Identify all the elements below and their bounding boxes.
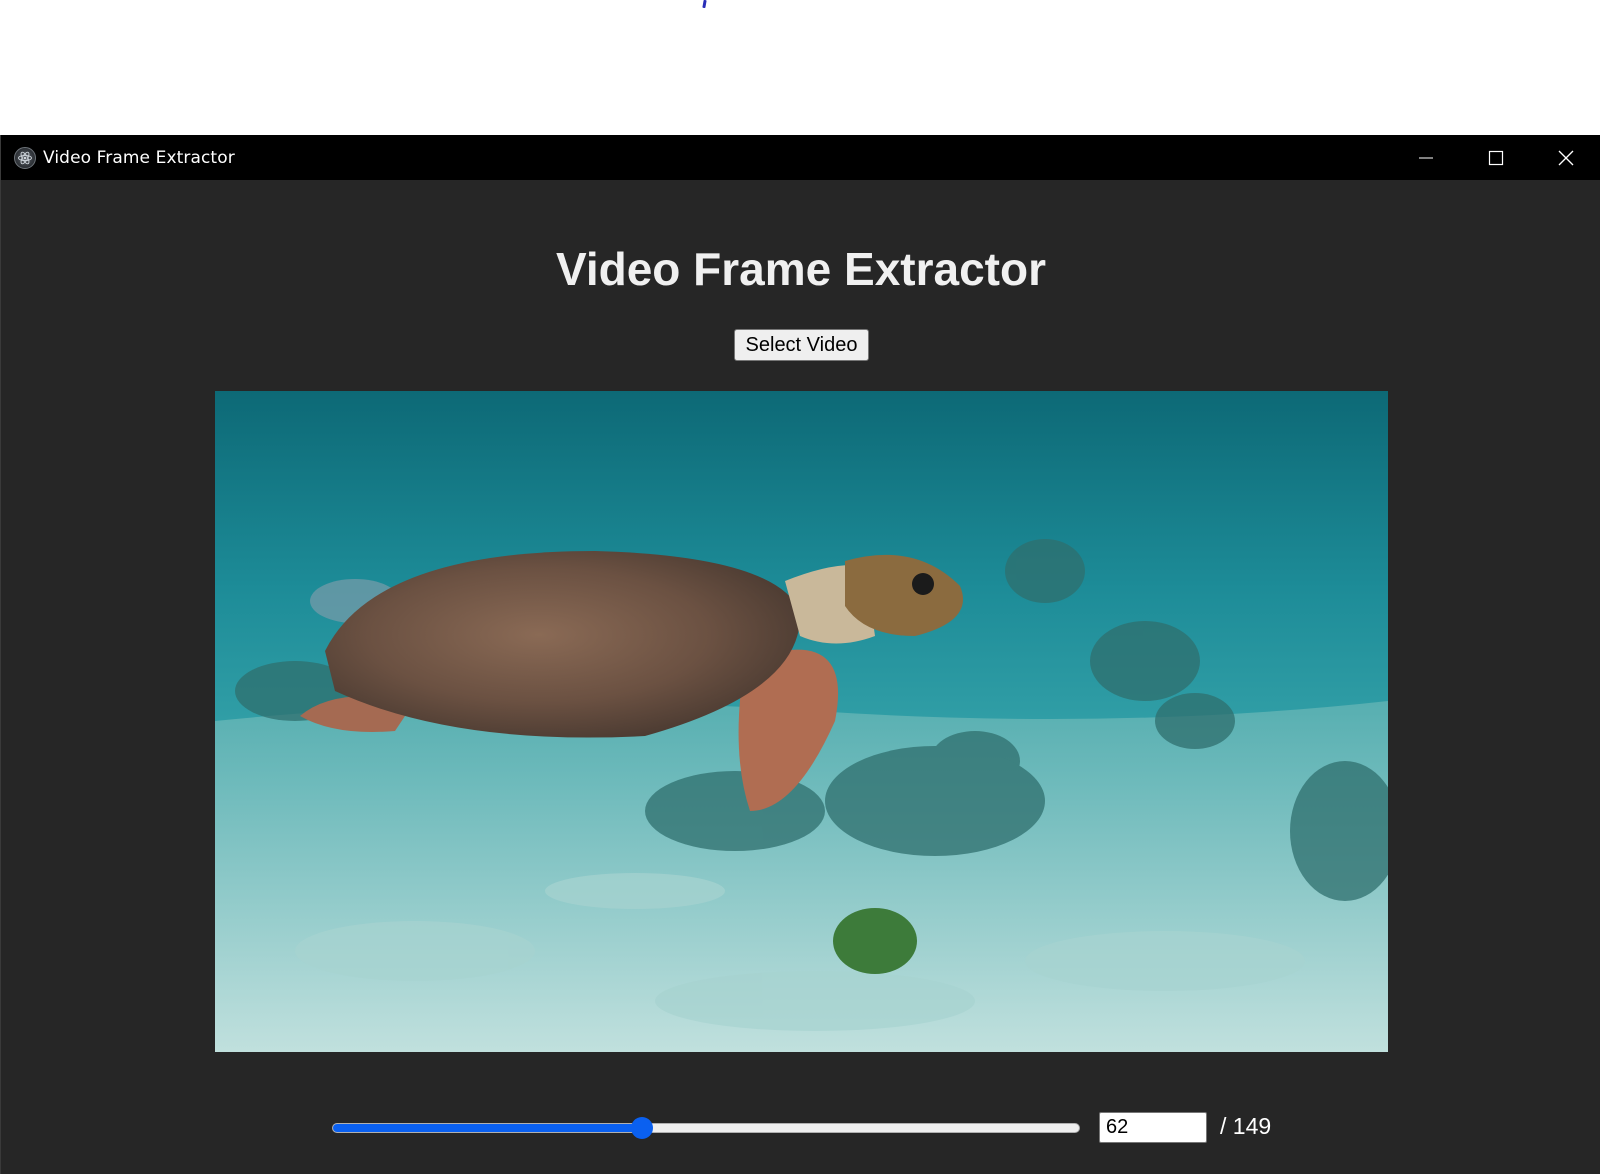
close-button[interactable] bbox=[1531, 135, 1600, 180]
frame-total-label: / 149 bbox=[1220, 1113, 1272, 1139]
video-frame-image bbox=[215, 391, 1388, 1052]
frame-slider[interactable] bbox=[332, 1117, 1080, 1139]
frame-slider-fill bbox=[333, 1124, 642, 1132]
minimize-icon bbox=[1419, 157, 1433, 158]
frame-number-input[interactable] bbox=[1099, 1112, 1207, 1143]
maximize-icon bbox=[1488, 150, 1504, 165]
page-title: Video Frame Extractor bbox=[555, 243, 1046, 295]
frame-controls: / 149 bbox=[1, 1105, 1600, 1145]
title-bar[interactable]: Video Frame Extractor bbox=[1, 135, 1600, 180]
window-title: Video Frame Extractor bbox=[43, 147, 235, 168]
electron-glyph bbox=[18, 151, 32, 164]
frame-slider-thumb[interactable] bbox=[630, 1117, 653, 1139]
select-video-button[interactable]: Select Video bbox=[734, 329, 869, 361]
app-window: Video Frame Extractor Video Frame Extrac… bbox=[0, 135, 1600, 1174]
maximize-button[interactable] bbox=[1461, 135, 1531, 180]
cursor-mark bbox=[702, 0, 707, 9]
main-content: Video Frame Extractor Select Video 62 / … bbox=[1, 180, 1600, 1174]
window-controls bbox=[1391, 135, 1600, 180]
desktop-background bbox=[0, 0, 1600, 135]
electron-icon bbox=[14, 146, 36, 169]
close-icon bbox=[1558, 150, 1574, 165]
underwater-turtle-scene bbox=[215, 391, 1388, 1052]
minimize-button[interactable] bbox=[1391, 135, 1461, 180]
